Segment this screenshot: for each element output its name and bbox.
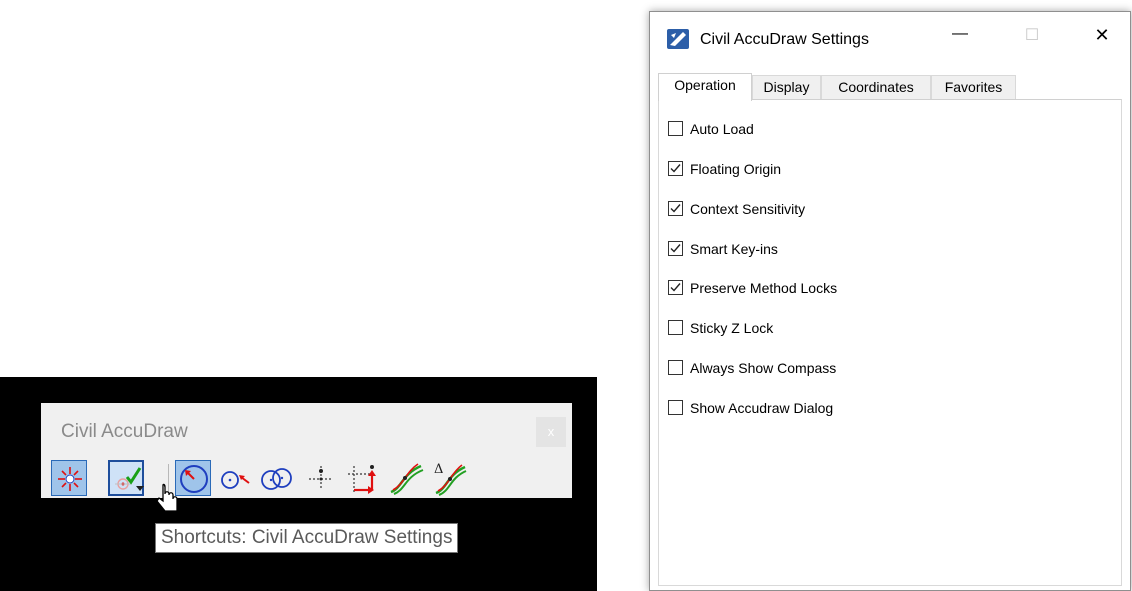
toolbar-title: Civil AccuDraw — [61, 421, 188, 442]
civil-accudraw-toolbar: Civil AccuDraw x Δ — [41, 403, 572, 498]
close-button[interactable]: ✕ — [1082, 25, 1122, 51]
option-label: Sticky Z Lock — [690, 320, 774, 336]
tab-display[interactable]: Display — [752, 75, 821, 99]
minimize-button[interactable]: — — [940, 25, 980, 51]
checkbox[interactable] — [668, 121, 683, 136]
circle-point-button[interactable] — [218, 460, 254, 496]
mouse-pointer-icon — [156, 483, 178, 512]
dialog-titlebar[interactable]: Civil AccuDraw Settings — ☐ ✕ — [650, 12, 1130, 64]
option-label: Preserve Method Locks — [690, 280, 838, 296]
tab-favorites[interactable]: Favorites — [931, 75, 1016, 99]
checkbox-checked[interactable] — [668, 161, 683, 176]
alignment-curve-icon — [390, 463, 424, 495]
option-label: Smart Key-ins — [690, 241, 778, 257]
toolbar-screenshot: Civil AccuDraw x Δ Shortcuts: Civil Accu… — [0, 377, 597, 591]
option-label: Show Accudraw Dialog — [690, 400, 834, 416]
two-circles-button[interactable] — [258, 460, 294, 496]
svg-text:Δ: Δ — [434, 462, 443, 477]
settings-tab-strip: Operation Display Coordinates Favorites — [658, 73, 1130, 101]
maximize-button[interactable]: ☐ — [1012, 25, 1052, 51]
circle-point-icon — [221, 471, 250, 489]
option-label: Context Sensitivity — [690, 201, 806, 217]
tab-operation[interactable]: Operation — [658, 73, 752, 101]
offset-arrow-icon — [348, 465, 376, 494]
checkbox-checked[interactable] — [668, 241, 683, 256]
delta-curve-icon: Δ — [434, 462, 467, 496]
toolbar-tool-row: Δ — [51, 460, 571, 496]
toolbar-close-button[interactable]: x — [536, 417, 566, 447]
toolbar-tooltip: Shortcuts: Civil AccuDraw Settings — [155, 523, 459, 553]
option-label: Floating Origin — [690, 161, 782, 177]
circle-center-icon — [180, 465, 208, 493]
checkbox-checked[interactable] — [668, 280, 683, 295]
option-label: Auto Load — [690, 121, 754, 137]
checkmark-icon — [670, 204, 681, 213]
option-label: Always Show Compass — [690, 360, 837, 376]
crosshair-origin-button[interactable] — [303, 460, 339, 496]
checkmark-icon — [670, 164, 681, 173]
dialog-title: Civil AccuDraw Settings — [700, 31, 869, 48]
crosshair-origin-icon — [309, 466, 333, 490]
checkbox-checked[interactable] — [668, 201, 683, 216]
checkbox[interactable] — [668, 320, 683, 335]
tab-coordinates[interactable]: Coordinates — [821, 75, 931, 99]
operation-tab-panel: Auto Load Floating Origin Context Sensit… — [658, 99, 1122, 586]
settings-check-icon — [115, 467, 144, 491]
two-circles-icon — [261, 468, 292, 490]
delta-curve-button[interactable]: Δ — [431, 460, 467, 496]
accudraw-toolbar-button[interactable] — [51, 460, 87, 496]
civil-accudraw-settings-dialog: Civil AccuDraw Settings — ☐ ✕ Operation … — [649, 11, 1131, 591]
checkmark-icon — [670, 244, 681, 253]
checkbox[interactable] — [668, 400, 683, 415]
checkbox[interactable] — [668, 360, 683, 375]
offset-arrow-button[interactable] — [344, 460, 380, 496]
alignment-curve-button[interactable] — [388, 460, 424, 496]
accudraw-compass-icon — [58, 467, 82, 491]
settings-shortcut-button[interactable] — [108, 460, 144, 496]
accudraw-app-icon — [667, 29, 689, 49]
checkmark-icon — [670, 283, 681, 292]
